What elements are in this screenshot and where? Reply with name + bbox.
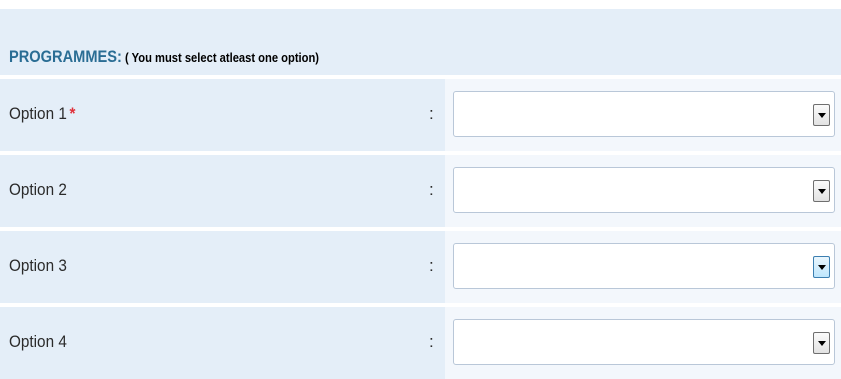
option-row-1: Option 1 * : [0, 79, 841, 151]
option-1-select[interactable] [453, 91, 835, 137]
option-4-select[interactable] [453, 319, 835, 365]
chevron-down-icon [818, 341, 826, 346]
section-note: ( You must select atleast one option) [121, 50, 320, 65]
label-separator: : [429, 256, 434, 275]
option-label-2: Option 2 [9, 180, 70, 200]
option-row-2: Option 2 : [0, 155, 841, 227]
chevron-down-icon [818, 113, 826, 118]
section-header: PROGRAMMES: ( You must select atleast on… [0, 9, 841, 75]
option-field-cell-2 [445, 155, 841, 227]
programmes-form: PROGRAMMES: ( You must select atleast on… [0, 0, 841, 379]
label-separator: : [429, 180, 434, 199]
option-field-cell-3 [445, 231, 841, 303]
label-separator: : [429, 332, 434, 351]
option-label-3: Option 3 [9, 256, 70, 276]
option-label-4: Option 4 [9, 332, 70, 352]
option-label-1: Option 1 * [9, 104, 76, 124]
option-2-select[interactable] [453, 167, 835, 213]
chevron-down-icon [818, 189, 826, 194]
option-label-text: Option 3 [9, 256, 67, 275]
option-label-text: Option 1 [9, 104, 67, 123]
section-title: PROGRAMMES: ( You must select atleast on… [9, 47, 319, 67]
required-asterisk: * [69, 104, 76, 123]
option-2-dropdown-button[interactable] [813, 180, 830, 202]
option-4-dropdown-button[interactable] [813, 332, 830, 354]
option-row-4: Option 4 : [0, 307, 841, 379]
option-3-select[interactable] [453, 243, 835, 289]
option-label-text: Option 2 [9, 180, 67, 199]
option-field-cell-1 [445, 79, 841, 151]
option-3-dropdown-button[interactable] [813, 256, 830, 278]
label-separator: : [429, 104, 434, 123]
section-title-text: PROGRAMMES: [9, 47, 122, 66]
chevron-down-icon [818, 265, 826, 270]
option-row-3: Option 3 : [0, 231, 841, 303]
option-label-text: Option 4 [9, 332, 67, 351]
option-1-dropdown-button[interactable] [813, 104, 830, 126]
option-field-cell-4 [445, 307, 841, 379]
